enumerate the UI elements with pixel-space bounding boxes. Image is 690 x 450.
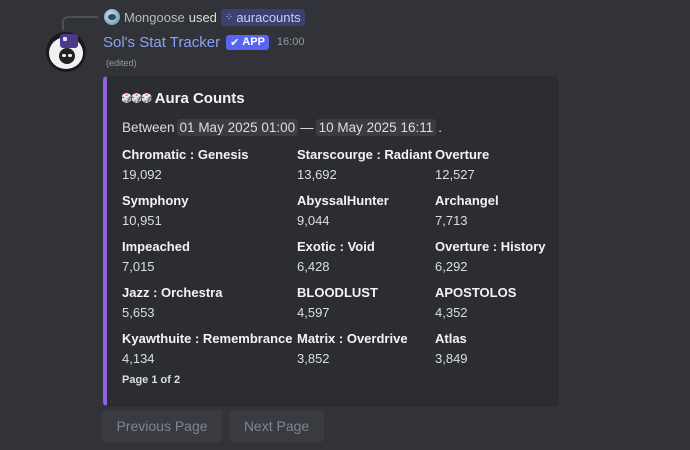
bot-name[interactable]: Sol's Stat Tracker bbox=[103, 34, 220, 51]
reply-spine bbox=[62, 16, 98, 30]
field-value: 7,015 bbox=[122, 259, 155, 274]
field-name: Exotic : Void bbox=[297, 239, 375, 254]
field-name: Impeached bbox=[122, 239, 190, 254]
field-value: 6,428 bbox=[297, 259, 330, 274]
embed-field: Symphony 10,951 bbox=[122, 192, 188, 229]
embed-title-text: Aura Counts bbox=[154, 90, 245, 107]
field-value: 5,653 bbox=[122, 305, 155, 320]
embed-field: Chromatic : Genesis 19,092 bbox=[122, 146, 248, 183]
replied-username[interactable]: Mongoose bbox=[124, 10, 185, 25]
avatar-face bbox=[59, 48, 75, 64]
field-name: Symphony bbox=[122, 193, 189, 208]
date-from[interactable]: 01 May 2025 01:00 bbox=[176, 119, 299, 136]
field-value: 19,092 bbox=[122, 167, 162, 182]
field-name: Starscourge : Radiant bbox=[297, 147, 433, 162]
embed-field: AbyssalHunter 9,044 bbox=[297, 192, 389, 229]
dice-icon: 🎲🎲🎲 bbox=[121, 93, 153, 103]
field-value: 9,044 bbox=[297, 213, 330, 228]
field-name: Atlas bbox=[435, 331, 467, 346]
embed: 🎲🎲🎲 Aura Counts Between 01 May 2025 01:0… bbox=[103, 76, 558, 406]
field-name: BLOODLUST bbox=[297, 285, 378, 300]
field-name: Archangel bbox=[435, 193, 499, 208]
embed-field: Exotic : Void 6,428 bbox=[297, 238, 375, 275]
embed-field: Overture 12,527 bbox=[435, 146, 489, 183]
embed-field: BLOODLUST 4,597 bbox=[297, 284, 378, 321]
next-page-button[interactable]: Next Page bbox=[229, 410, 324, 442]
field-value: 3,849 bbox=[435, 351, 468, 366]
check-icon: ✔ bbox=[230, 36, 240, 49]
field-value: 12,527 bbox=[435, 167, 475, 182]
app-badge-label: APP bbox=[242, 36, 265, 48]
date-to[interactable]: 10 May 2025 16:11 bbox=[315, 119, 437, 136]
field-name: Chromatic : Genesis bbox=[122, 147, 249, 162]
field-name: Jazz : Orchestra bbox=[122, 285, 223, 300]
command-mention[interactable]: ⁘ auracounts bbox=[220, 8, 305, 26]
slash-command-icon: ⁘ bbox=[224, 11, 234, 23]
embed-field: Matrix : Overdrive 3,852 bbox=[297, 330, 408, 367]
field-name: Overture : History bbox=[435, 239, 546, 254]
desc-suffix: . bbox=[438, 120, 442, 135]
field-value: 13,692 bbox=[297, 167, 337, 182]
avatar-eye bbox=[68, 54, 72, 57]
field-name: Overture bbox=[435, 147, 490, 162]
field-value: 4,352 bbox=[435, 305, 468, 320]
field-value: 6,292 bbox=[435, 259, 468, 274]
message-timestamp[interactable]: 16:00 bbox=[277, 36, 305, 48]
avatar-hat bbox=[60, 34, 78, 48]
command-name: auracounts bbox=[236, 9, 301, 25]
embed-description: Between 01 May 2025 01:00 — 10 May 2025 … bbox=[122, 119, 442, 136]
bot-avatar[interactable] bbox=[46, 32, 86, 72]
app-badge: ✔ APP bbox=[226, 34, 269, 50]
embed-field: APOSTOLOS 4,352 bbox=[435, 284, 516, 321]
embed-field: Atlas 3,849 bbox=[435, 330, 468, 367]
embed-field: Starscourge : Radiant 13,692 bbox=[297, 146, 432, 183]
field-name: AbyssalHunter bbox=[297, 193, 389, 208]
desc-prefix: Between bbox=[122, 120, 175, 135]
embed-field: Kyawthuite : Remembrance 4,134 bbox=[122, 330, 293, 367]
field-value: 3,852 bbox=[297, 351, 330, 366]
message-header: Sol's Stat Tracker ✔ APP 16:00 bbox=[103, 33, 304, 51]
field-value: 7,713 bbox=[435, 213, 468, 228]
embed-field: Jazz : Orchestra 5,653 bbox=[122, 284, 222, 321]
field-name: Kyawthuite : Remembrance bbox=[122, 331, 293, 346]
embed-footer: Page 1 of 2 bbox=[122, 374, 181, 386]
embed-title: 🎲🎲🎲 Aura Counts bbox=[121, 90, 245, 107]
embed-field: Overture : History 6,292 bbox=[435, 238, 546, 275]
field-name: Matrix : Overdrive bbox=[297, 331, 408, 346]
previous-page-button[interactable]: Previous Page bbox=[102, 410, 222, 442]
avatar-eye bbox=[62, 54, 66, 57]
reply-used-text: used bbox=[188, 9, 217, 25]
reply-reference[interactable]: Mongoose used ⁘ auracounts bbox=[104, 8, 305, 26]
field-name: APOSTOLOS bbox=[435, 285, 517, 300]
field-value: 10,951 bbox=[122, 213, 162, 228]
embed-field: Archangel 7,713 bbox=[435, 192, 499, 229]
field-value: 4,597 bbox=[297, 305, 330, 320]
replied-user-avatar[interactable] bbox=[104, 9, 120, 25]
embed-field: Impeached 7,015 bbox=[122, 238, 190, 275]
edited-label: (edited) bbox=[106, 58, 137, 68]
date-separator: — bbox=[300, 120, 314, 135]
field-value: 4,134 bbox=[122, 351, 155, 366]
